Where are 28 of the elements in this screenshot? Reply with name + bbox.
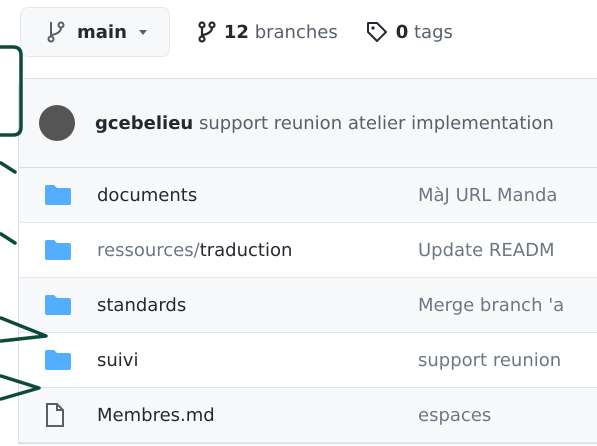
folder-icon [45,185,71,205]
annotation-arrowhead [0,374,41,401]
tags-link[interactable]: 0 tags [396,22,453,42]
annotation-line [0,161,17,174]
folder-icon [45,240,71,260]
branch-selector[interactable]: main [20,7,170,57]
folder-icon [45,350,71,370]
file-icon [45,403,65,427]
branch-icon [198,21,216,43]
annotation-arrowhead [0,316,48,343]
commit-message-link[interactable]: Update READM [418,240,597,260]
branches-link[interactable]: 12 branches [224,22,338,42]
commit-message-link[interactable]: support reunion [418,350,597,370]
caret-icon [138,30,147,34]
file-name-link[interactable]: documents [97,184,402,206]
commit-message-link[interactable]: MàJ URL Manda [418,184,597,206]
file-name-link[interactable]: standards [97,294,402,316]
branch-icon [47,21,65,43]
avatar [39,105,75,141]
commit-message-link[interactable]: espaces [418,404,597,426]
folder-icon [45,295,71,315]
annotation-line [0,232,17,245]
tag-icon [366,21,388,43]
file-name-link[interactable]: suivi [97,350,402,370]
commit-message: gcebelieu support reunion atelier implementation [95,112,554,134]
commit-message-link[interactable]: Merge branch 'a [418,294,597,316]
file-name-link[interactable]: ressources/traduction [97,240,402,260]
file-name-link[interactable]: Membres.md [97,404,402,426]
